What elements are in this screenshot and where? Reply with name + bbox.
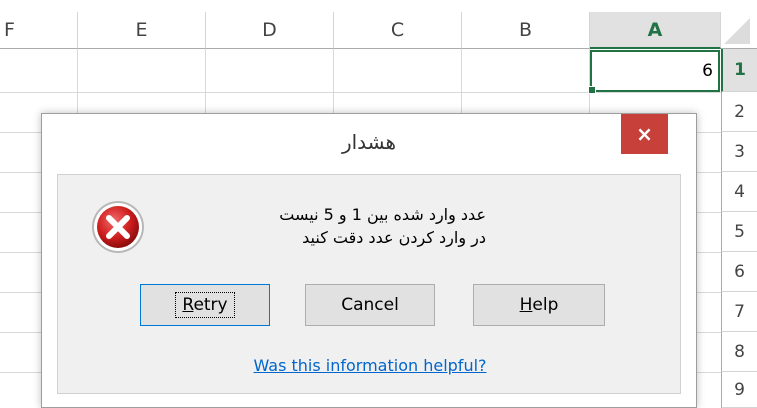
row-header-7[interactable]: 7 (721, 292, 757, 332)
column-header-label: A (647, 18, 663, 41)
error-x-icon (92, 201, 144, 253)
retry-mnemonic: R (182, 295, 194, 315)
row-header-label: 1 (734, 60, 746, 80)
column-header-f[interactable]: F (0, 12, 78, 49)
cell-a1-value: 6 (702, 61, 713, 81)
row-header-5[interactable]: 5 (721, 212, 757, 252)
column-header-label: E (135, 19, 148, 41)
dialog-message: عدد وارد شده بین 1 و 5 نیست در وارد کردن… (186, 203, 486, 249)
dialog-content: عدد وارد شده بین 1 و 5 نیست در وارد کردن… (57, 174, 681, 394)
close-button[interactable]: × (621, 114, 668, 154)
cancel-label: Cancel (341, 295, 399, 315)
column-header-label: D (262, 19, 277, 41)
help-button[interactable]: Help (473, 284, 605, 326)
cell-a1[interactable]: 6 (588, 50, 720, 94)
column-header-label: C (390, 19, 405, 41)
row-header-label: 2 (734, 101, 745, 122)
row-header-label: 8 (734, 341, 745, 362)
row-header-3[interactable]: 3 (721, 132, 757, 172)
excel-window: F E D C B A 1 2 3 4 5 6 7 8 9 6 هشدار × … (0, 0, 757, 408)
row-header-label: 4 (734, 181, 745, 202)
warning-dialog: هشدار × عدد وارد شده بین 1 و 5 نیست در و… (41, 113, 697, 408)
retry-button[interactable]: Retry (140, 284, 270, 326)
row-header-8[interactable]: 8 (721, 332, 757, 372)
row-header-label: 6 (734, 261, 745, 282)
help-mnemonic: H (519, 295, 533, 315)
message-line-2: در وارد کردن عدد دقت کنید (302, 228, 486, 247)
column-header-d[interactable]: D (206, 12, 334, 49)
cancel-button[interactable]: Cancel (305, 284, 435, 326)
row-header-9[interactable]: 9 (721, 372, 757, 408)
column-header-b[interactable]: B (462, 12, 590, 49)
column-header-label: B (518, 19, 533, 41)
row-header-label: 3 (734, 141, 745, 162)
help-label: elp (532, 295, 559, 315)
help-feedback-link[interactable]: Was this information helpful? (58, 356, 682, 375)
column-header-c[interactable]: C (334, 12, 462, 49)
row-header-label: 5 (734, 221, 745, 242)
dialog-title-bar[interactable]: هشدار × (42, 114, 696, 170)
row-header-6[interactable]: 6 (721, 252, 757, 292)
gridline (0, 92, 721, 93)
column-header-e[interactable]: E (78, 12, 206, 49)
column-header-label: F (4, 19, 15, 41)
close-icon: × (636, 122, 653, 146)
retry-label: etry (193, 295, 228, 315)
dialog-title: هشدار (341, 130, 397, 154)
column-header-a[interactable]: A (590, 12, 721, 49)
fill-handle[interactable] (588, 86, 596, 94)
row-header-2[interactable]: 2 (721, 92, 757, 132)
retry-focus-ring: Retry (175, 292, 235, 318)
select-all-triangle-icon (724, 18, 750, 44)
select-all-corner[interactable] (721, 12, 757, 49)
row-header-label: 7 (734, 301, 745, 322)
row-header-4[interactable]: 4 (721, 172, 757, 212)
row-header-1[interactable]: 1 (721, 49, 757, 92)
message-line-1: عدد وارد شده بین 1 و 5 نیست (279, 205, 486, 224)
row-header-label: 9 (734, 379, 745, 400)
help-label-wrap: Help (520, 295, 559, 315)
